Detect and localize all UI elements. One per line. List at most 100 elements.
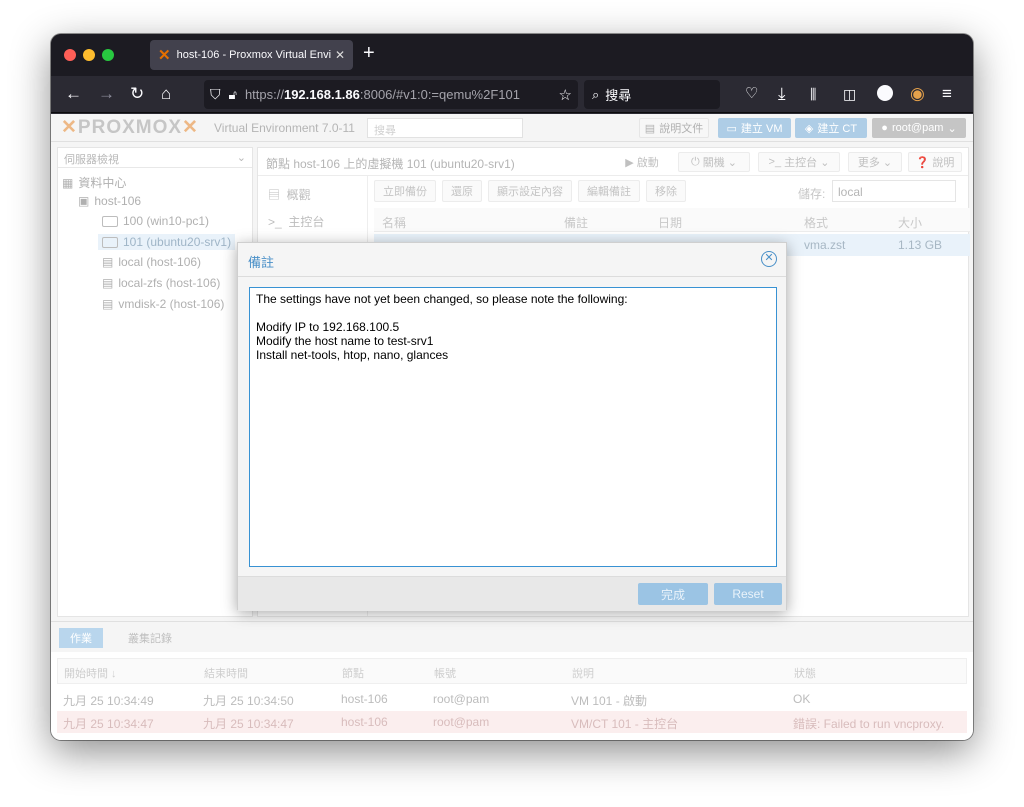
browser-window: ✕ host-106 - Proxmox Virtual Envi ✕ + ← …: [51, 34, 973, 740]
submenu-summary[interactable]: ▤ 概觀: [268, 186, 311, 203]
library-icon[interactable]: ⫼: [810, 84, 816, 104]
notes-dialog: 備註 ✕ The settings have not yet been chan…: [237, 242, 787, 611]
downloads-icon[interactable]: ⤓: [778, 84, 786, 104]
create-ct-button[interactable]: ◈ 建立 CT: [795, 118, 867, 138]
browser-tab[interactable]: ✕ host-106 - Proxmox Virtual Envi ✕: [150, 40, 353, 70]
storage-label: 儲存:: [798, 187, 826, 201]
insecure-lock-icon[interactable]: 🔓︎: [229, 87, 237, 103]
reset-button[interactable]: Reset: [714, 583, 782, 605]
tree-storage-local-zfs[interactable]: ▤ local-zfs (host-106): [102, 276, 220, 290]
backup-now-button[interactable]: 立即備份: [374, 180, 436, 202]
user-icon: ●: [881, 122, 888, 134]
documentation-button[interactable]: ▤ 說明文件: [639, 118, 709, 138]
storage-select[interactable]: local: [832, 180, 956, 202]
vm-running-icon: [102, 236, 118, 248]
notes-textarea[interactable]: The settings have not yet been changed, …: [249, 287, 777, 567]
storage-icon: ▤: [102, 297, 114, 311]
tree-storage-local[interactable]: ▤ local (host-106): [102, 255, 201, 269]
edit-notes-button[interactable]: 編輯備註: [578, 180, 640, 202]
url-scheme: https://: [244, 87, 284, 102]
submenu-console[interactable]: >_ 主控台: [268, 213, 324, 230]
col-name[interactable]: 名稱: [382, 214, 406, 231]
col-notes[interactable]: 備註: [564, 214, 588, 231]
task-log-panel: 作業 叢集記錄 開始時間 ↓ 結束時間 節點 帳號 說明 狀態 九月 25 10…: [51, 621, 973, 740]
help-button[interactable]: ❓ 說明: [908, 152, 962, 172]
dialog-header: 備註 ✕: [238, 243, 786, 277]
url-path: :8006/#v1:0:=qemu%2F101: [359, 87, 520, 102]
tree-node[interactable]: ▣ host-106: [78, 194, 141, 208]
main-header: 節點 host-106 上的虛擬機 101 (ubuntu20-srv1) ▶ …: [258, 148, 968, 176]
more-button[interactable]: 更多 ⌄: [848, 152, 902, 172]
resource-tree: 伺服器檢視 ⌄ ▦ 資料中心 ▣ host-106 100 (win10-pc1) 1…: [57, 147, 253, 617]
ok-button[interactable]: 完成: [638, 583, 708, 605]
pve-search-input[interactable]: 搜尋: [367, 118, 523, 138]
forward-icon[interactable]: →: [98, 84, 115, 104]
shutdown-button[interactable]: ⏻ 關機 ⌄: [678, 152, 750, 172]
tracking-shield-icon[interactable]: ⛉: [210, 86, 221, 103]
dialog-title: 備註: [248, 255, 275, 270]
tree-vm-100[interactable]: 100 (win10-pc1): [102, 214, 209, 228]
tree-storage-vmdisk[interactable]: ▤ vmdisk-2 (host-106): [102, 297, 224, 311]
task-start: 九月 25 10:34:49: [63, 694, 154, 708]
cube-icon: ◈: [804, 122, 814, 135]
dialog-footer: 完成 Reset: [238, 576, 786, 611]
backup-grid-header: 名稱 備註 日期 格式 大小: [374, 208, 970, 232]
minimize-window-button[interactable]: [83, 49, 95, 61]
col-start-time[interactable]: 開始時間 ↓: [64, 665, 117, 681]
backup-format: vma.zst: [804, 238, 846, 252]
sidebar-icon[interactable]: ◫: [843, 84, 856, 104]
browser-search-input[interactable]: ⌕ 搜尋: [584, 80, 720, 109]
url-bar[interactable]: ⛉ 🔓︎ https://192.168.1.86:8006/#v1:0:=qe…: [204, 80, 578, 109]
close-icon[interactable]: ✕: [761, 251, 777, 267]
tab-title: host-106 - Proxmox Virtual Envi: [176, 49, 331, 61]
datacenter-icon: ▦: [62, 175, 74, 190]
navigation-bar: ← → ↻ ⌂ ⛉ 🔓︎ https://192.168.1.86:8006/#…: [51, 76, 973, 113]
reload-icon[interactable]: ↻: [130, 84, 144, 104]
menu-icon[interactable]: ≡: [942, 84, 952, 104]
col-date[interactable]: 日期: [658, 214, 682, 231]
proxmox-favicon-icon: ✕: [158, 47, 171, 64]
tree-vm-101[interactable]: 101 (ubuntu20-srv1): [98, 234, 236, 250]
col-end-time[interactable]: 結束時間: [204, 665, 248, 681]
tab-cluster-log[interactable]: 叢集記錄: [115, 628, 185, 648]
search-placeholder: 搜尋: [605, 88, 632, 103]
task-status: OK: [793, 692, 811, 706]
create-vm-button[interactable]: ▭ 建立 VM: [718, 118, 791, 138]
extension-icon[interactable]: ◉: [910, 84, 925, 104]
col-size[interactable]: 大小: [898, 214, 922, 231]
tree-datacenter[interactable]: ▦ 資料中心: [62, 174, 126, 191]
storage-icon: ▤: [102, 255, 114, 269]
url-text[interactable]: https://192.168.1.86:8006/#v1:0:=qemu%2F…: [245, 87, 553, 102]
home-icon[interactable]: ⌂: [161, 84, 171, 104]
col-description[interactable]: 說明: [572, 665, 594, 681]
tab-close-icon[interactable]: ✕: [335, 48, 345, 62]
col-format[interactable]: 格式: [804, 214, 828, 231]
pve-header: ✕PROXMOX✕ Virtual Environment 7.0-11 搜尋 …: [51, 114, 973, 142]
pocket-icon[interactable]: ♡: [745, 84, 758, 104]
table-row[interactable]: 九月 25 10:34:49 九月 25 10:34:50 host-106 r…: [57, 688, 967, 710]
storage-icon: ▤: [102, 276, 114, 290]
task-end: 九月 25 10:34:47: [203, 717, 294, 731]
new-tab-icon[interactable]: +: [363, 43, 375, 63]
account-icon[interactable]: [877, 85, 893, 101]
monitor-icon: ▭: [726, 122, 737, 135]
col-node[interactable]: 節點: [342, 665, 364, 681]
back-icon[interactable]: ←: [65, 84, 82, 104]
task-user: root@pam: [433, 692, 490, 706]
close-window-button[interactable]: [64, 49, 76, 61]
start-button[interactable]: ▶ 啟動: [616, 152, 668, 172]
book-icon: ▤: [644, 122, 656, 135]
col-user[interactable]: 帳號: [434, 665, 456, 681]
restore-button[interactable]: 還原: [442, 180, 482, 202]
remove-button[interactable]: 移除: [646, 180, 686, 202]
col-status[interactable]: 狀態: [794, 665, 816, 681]
view-selector[interactable]: 伺服器檢視 ⌄: [58, 148, 252, 168]
bookmark-star-icon[interactable]: ☆: [559, 86, 572, 104]
show-config-button[interactable]: 顯示設定內容: [488, 180, 572, 202]
table-row[interactable]: 九月 25 10:34:47 九月 25 10:34:47 host-106 r…: [57, 711, 967, 733]
tab-tasks[interactable]: 作業: [59, 628, 103, 648]
console-button[interactable]: >_ 主控台 ⌄: [758, 152, 840, 172]
user-menu-button[interactable]: ● root@pam ⌄: [872, 118, 966, 138]
backup-size: 1.13 GB: [898, 238, 943, 252]
zoom-window-button[interactable]: [102, 49, 114, 61]
